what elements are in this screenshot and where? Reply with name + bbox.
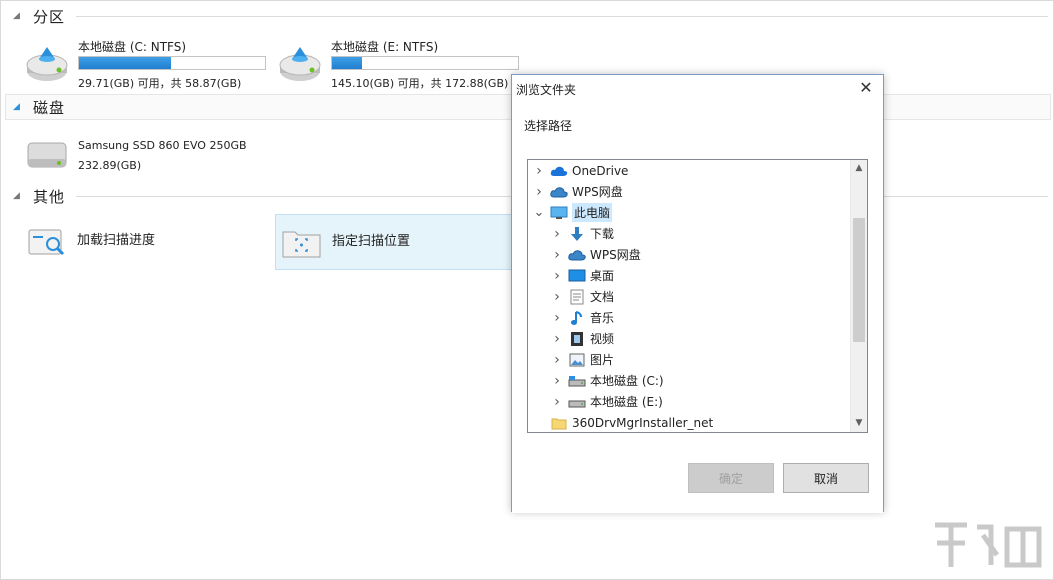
picture-icon bbox=[568, 352, 586, 368]
tree-item-2[interactable]: ⌄ 此电脑 bbox=[528, 202, 850, 223]
usage-bar-fill bbox=[332, 57, 362, 69]
collapse-caret-icon[interactable]: ◢ bbox=[13, 11, 25, 21]
specify-scan-location-button[interactable]: 指定扫描位置 bbox=[275, 214, 515, 270]
tree-item-label: OneDrive bbox=[572, 163, 629, 178]
partition-item-e[interactable]: 本地磁盘 (E: NTFS) 145.10(GB) 可用，共 172.88(GB… bbox=[278, 37, 528, 90]
dialog-prompt: 选择路径 bbox=[524, 119, 573, 133]
chevron-right-icon[interactable]: › bbox=[550, 310, 564, 326]
section-title: 磁盘 bbox=[33, 98, 66, 117]
partition-disk-icon bbox=[279, 47, 321, 81]
scroll-up-icon[interactable]: ▲ bbox=[851, 160, 867, 177]
close-icon[interactable]: ✕ bbox=[857, 79, 875, 97]
drive-icon bbox=[568, 394, 586, 410]
usage-bar bbox=[331, 56, 519, 70]
browse-folder-dialog: 浏览文件夹 ✕ 选择路径 360DrvMgrInstaller_net › 本地磁盘… bbox=[511, 74, 884, 513]
tree-item-label: 图片 bbox=[590, 353, 615, 367]
onedrive-icon bbox=[550, 163, 568, 179]
collapse-caret-icon[interactable]: ◢ bbox=[13, 191, 25, 201]
tree-item-label: 本地磁盘 (E:) bbox=[590, 395, 663, 409]
tree-item-label: WPS网盘 bbox=[572, 185, 623, 199]
ok-button[interactable]: 确定 bbox=[688, 463, 774, 493]
chevron-right-icon[interactable]: › bbox=[550, 289, 564, 305]
hard-disk-icon bbox=[27, 142, 67, 168]
dialog-titlebar[interactable]: 浏览文件夹 ✕ bbox=[512, 75, 883, 103]
tree-item-0[interactable]: › OneDrive bbox=[528, 160, 850, 181]
load-scan-progress-button[interactable]: 加载扫描进度 bbox=[21, 214, 271, 270]
tree-item-label: 本地磁盘 (C:) bbox=[590, 374, 664, 388]
tree-item-label: 桌面 bbox=[590, 269, 615, 283]
section-others[interactable]: ◢ 其他 bbox=[13, 185, 65, 207]
watermark-logo bbox=[935, 522, 1042, 568]
collapse-caret-icon[interactable]: ◢ bbox=[13, 102, 25, 112]
video-icon bbox=[568, 331, 586, 347]
disk-size: 232.89(GB) bbox=[78, 159, 142, 172]
partition-name: 本地磁盘 (C: NTFS) bbox=[78, 40, 187, 54]
tree-item-4[interactable]: › WPS网盘 bbox=[528, 244, 850, 265]
chevron-right-icon[interactable]: › bbox=[550, 226, 564, 242]
dialog-body: 选择路径 360DrvMgrInstaller_net › 本地磁盘 (E:) › 本地… bbox=[512, 103, 883, 513]
app-window: ◢ 分区 本地磁盘 (C: NTFS) 29.71(GB) 可用，共 58.87… bbox=[0, 0, 1054, 580]
tree-item-8[interactable]: › 视频 bbox=[528, 328, 850, 349]
scan-location-icon bbox=[282, 231, 321, 258]
tree-item-label: 视频 bbox=[590, 332, 615, 346]
section-disks[interactable]: ◢ 磁盘 bbox=[13, 96, 65, 118]
music-icon bbox=[568, 310, 586, 326]
partition-name: 本地磁盘 (E: NTFS) bbox=[331, 40, 439, 54]
tree-item-label: 此电脑 bbox=[572, 203, 613, 222]
load-scan-icon bbox=[28, 229, 65, 256]
tree-item-5[interactable]: › 桌面 bbox=[528, 265, 850, 286]
tree-item-label: WPS网盘 bbox=[590, 248, 641, 262]
scrollbar-thumb[interactable] bbox=[853, 218, 865, 342]
load-scan-label: 加载扫描进度 bbox=[77, 233, 156, 248]
usage-bar-fill bbox=[79, 57, 172, 69]
download-icon bbox=[568, 226, 586, 242]
section-title: 其他 bbox=[33, 187, 66, 206]
partition-capacity: 145.10(GB) 可用，共 172.88(GB) bbox=[331, 77, 509, 90]
tree-item-7[interactable]: › 音乐 bbox=[528, 307, 850, 328]
scan-location-label: 指定扫描位置 bbox=[332, 234, 411, 249]
tree-item-11[interactable]: › 本地磁盘 (E:) bbox=[528, 391, 850, 412]
partition-item-c[interactable]: 本地磁盘 (C: NTFS) 29.71(GB) 可用，共 58.87(GB) bbox=[25, 37, 275, 90]
folder-tree[interactable]: 360DrvMgrInstaller_net › 本地磁盘 (E:) › 本地磁盘 (C… bbox=[527, 159, 868, 433]
tree-item-label: 下载 bbox=[590, 227, 615, 241]
usage-bar bbox=[78, 56, 266, 70]
desktop-icon bbox=[568, 268, 586, 284]
tree-item-6[interactable]: › 文档 bbox=[528, 286, 850, 307]
tree-item-10[interactable]: › 本地磁盘 (C:) bbox=[528, 370, 850, 391]
tree-item-label: 360DrvMgrInstaller_net bbox=[572, 415, 714, 430]
cancel-button[interactable]: 取消 bbox=[783, 463, 869, 493]
tree-item-1[interactable]: › WPS网盘 bbox=[528, 181, 850, 202]
wps-cloud-icon bbox=[568, 247, 586, 263]
computer-icon bbox=[550, 205, 568, 221]
chevron-right-icon[interactable]: › bbox=[550, 394, 564, 410]
chevron-down-icon[interactable]: ⌄ bbox=[532, 205, 546, 220]
chevron-right-icon[interactable]: › bbox=[550, 247, 564, 263]
vertical-scrollbar[interactable]: ▲ ▼ bbox=[850, 160, 867, 432]
chevron-right-icon[interactable]: › bbox=[550, 331, 564, 347]
chevron-right-icon[interactable]: › bbox=[532, 163, 546, 179]
partition-capacity: 29.71(GB) 可用，共 58.87(GB) bbox=[78, 77, 242, 90]
drive-c-icon bbox=[568, 373, 586, 389]
wps-cloud-icon bbox=[550, 184, 568, 200]
tree-item-9[interactable]: › 图片 bbox=[528, 349, 850, 370]
tree-item-3[interactable]: › 下载 bbox=[528, 223, 850, 244]
disk-item[interactable]: Samsung SSD 860 EVO 250GB 232.89(GB) bbox=[25, 135, 265, 177]
disk-name: Samsung SSD 860 EVO 250GB bbox=[78, 139, 247, 152]
divider bbox=[76, 16, 1048, 17]
chevron-right-icon[interactable]: › bbox=[550, 373, 564, 389]
tree-item-12[interactable]: 360DrvMgrInstaller_net bbox=[528, 412, 850, 432]
section-partitions[interactable]: ◢ 分区 bbox=[13, 5, 65, 27]
chevron-right-icon[interactable]: › bbox=[532, 184, 546, 200]
folder-icon bbox=[550, 415, 568, 431]
section-title: 分区 bbox=[33, 7, 66, 26]
chevron-right-icon[interactable]: › bbox=[550, 268, 564, 284]
scroll-down-icon[interactable]: ▼ bbox=[851, 415, 867, 432]
chevron-right-icon[interactable]: › bbox=[550, 352, 564, 368]
dialog-title: 浏览文件夹 bbox=[516, 83, 577, 97]
tree-item-label: 文档 bbox=[590, 290, 615, 304]
document-icon bbox=[568, 289, 586, 305]
tree-item-label: 音乐 bbox=[590, 311, 615, 325]
partition-disk-icon bbox=[26, 47, 68, 81]
